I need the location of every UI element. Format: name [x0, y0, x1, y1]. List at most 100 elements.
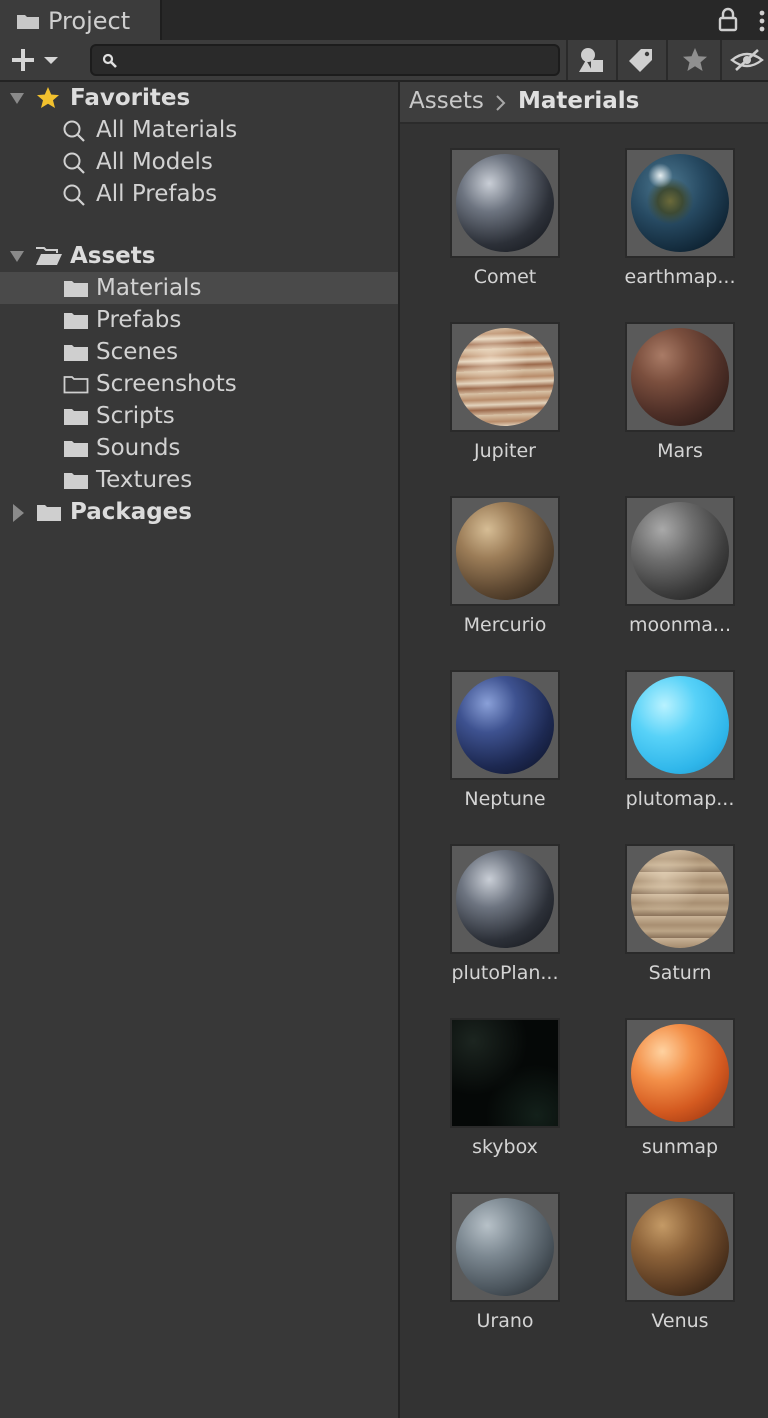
tree-item-packages[interactable]: Packages [0, 496, 398, 528]
material-sphere-preview [631, 154, 729, 252]
asset-item[interactable]: Urano [400, 1192, 570, 1366]
search-by-label-button[interactable] [616, 40, 666, 80]
search-icon [63, 184, 85, 206]
window-tab-bar: Project [0, 0, 768, 41]
asset-item[interactable]: plutomap... [575, 670, 745, 844]
material-thumbnail [625, 148, 735, 258]
material-sphere-preview [456, 676, 554, 774]
project-toolbar [0, 40, 768, 82]
asset-item[interactable]: Mars [575, 322, 745, 496]
empty-folder-icon [63, 376, 89, 394]
tree-item-all-models[interactable]: All Models [0, 146, 398, 178]
asset-item[interactable]: skybox [400, 1018, 570, 1192]
tree-label-packages: Packages [70, 499, 192, 525]
plus-icon [12, 49, 34, 71]
material-thumbnail [450, 496, 560, 606]
material-thumbnail [625, 1018, 735, 1128]
asset-item[interactable]: moonma... [575, 496, 745, 670]
toolbar-separator [666, 40, 668, 80]
asset-item[interactable]: Mercurio [400, 496, 570, 670]
tree-item-assets[interactable]: Assets [0, 240, 398, 272]
tree-item-scripts[interactable]: Scripts [0, 400, 398, 432]
asset-item[interactable]: Venus [575, 1192, 745, 1366]
tree-item-screenshots[interactable]: Screenshots [0, 368, 398, 400]
tab-project[interactable]: Project [0, 0, 162, 41]
asset-item[interactable]: plutoPlan... [400, 844, 570, 1018]
material-thumbnail [625, 670, 735, 780]
material-thumbnail [625, 322, 735, 432]
tree-item-favorites[interactable]: Favorites [0, 82, 398, 114]
material-thumbnail [625, 1192, 735, 1302]
material-sphere-preview [456, 154, 554, 252]
tree-item-sounds[interactable]: Sounds [0, 432, 398, 464]
breadcrumb-assets[interactable]: Assets [409, 88, 484, 114]
asset-name: Mars [657, 440, 703, 462]
material-sphere-preview [631, 502, 729, 600]
skybox-preview [452, 1020, 558, 1126]
tree-label: Textures [96, 467, 193, 493]
expand-arrow-down-icon[interactable] [10, 249, 24, 263]
shapes-icon [579, 48, 603, 72]
tree-label-favorites: Favorites [70, 85, 191, 111]
star-icon [683, 48, 707, 71]
chevron-right-icon [496, 95, 506, 111]
asset-name: plutomap... [625, 788, 735, 810]
material-sphere-preview [456, 502, 554, 600]
material-thumbnail [625, 496, 735, 606]
search-input[interactable] [126, 48, 550, 74]
tree-item-prefabs[interactable]: Prefabs [0, 304, 398, 336]
folder-icon [64, 345, 88, 361]
asset-item[interactable]: Neptune [400, 670, 570, 844]
create-button[interactable] [10, 46, 66, 74]
tree-item-materials[interactable]: Materials [0, 272, 398, 304]
folder-icon [17, 14, 39, 29]
material-thumbnail [450, 1192, 560, 1302]
lock-icon[interactable] [716, 7, 740, 33]
material-sphere-preview [631, 1198, 729, 1296]
hidden-eye-icon [730, 49, 764, 71]
breadcrumb: Assets Materials [400, 82, 768, 124]
asset-name: moonma... [628, 614, 732, 636]
material-sphere-preview [456, 1198, 554, 1296]
asset-item[interactable]: Saturn [575, 844, 745, 1018]
chevron-down-icon [44, 57, 58, 64]
more-options-icon[interactable] [752, 8, 768, 34]
asset-item[interactable]: earthmap... [575, 148, 745, 322]
toggle-hidden-packages-button[interactable] [722, 40, 768, 80]
search-field[interactable] [90, 44, 560, 76]
search-by-type-button[interactable] [566, 40, 616, 80]
folder-tree: Favorites All Materials All Models All P… [0, 82, 398, 1418]
asset-item[interactable]: Comet [400, 148, 570, 322]
tree-item-textures[interactable]: Textures [0, 464, 398, 496]
tree-label: All Prefabs [96, 181, 218, 207]
material-thumbnail [450, 1018, 560, 1128]
material-sphere-preview [456, 328, 554, 426]
expand-arrow-down-icon[interactable] [10, 91, 24, 105]
tree-item-all-materials[interactable]: All Materials [0, 114, 398, 146]
tree-item-scenes[interactable]: Scenes [0, 336, 398, 368]
breadcrumb-current[interactable]: Materials [518, 88, 639, 114]
folder-icon [64, 441, 88, 457]
material-thumbnail [450, 148, 560, 258]
tag-icon [629, 49, 652, 72]
search-icon [63, 120, 85, 142]
tree-label: Scripts [96, 403, 175, 429]
star-icon [37, 87, 59, 108]
favorites-button[interactable] [670, 40, 720, 80]
material-sphere-preview [631, 1024, 729, 1122]
expand-arrow-right-icon[interactable] [11, 504, 25, 522]
tree-label: Materials [96, 275, 202, 301]
tree-item-all-prefabs[interactable]: All Prefabs [0, 178, 398, 210]
tree-label-assets: Assets [70, 243, 156, 269]
material-thumbnail [625, 844, 735, 954]
tree-label: Screenshots [96, 371, 237, 397]
folder-icon [64, 473, 88, 489]
asset-item[interactable]: sunmap [575, 1018, 745, 1192]
material-sphere-preview [631, 850, 729, 948]
asset-name: sunmap [641, 1136, 719, 1158]
asset-name: Venus [651, 1310, 709, 1332]
asset-name: Saturn [648, 962, 712, 984]
asset-item[interactable]: Jupiter [400, 322, 570, 496]
tree-label: All Models [96, 149, 213, 175]
tree-label: Prefabs [96, 307, 182, 333]
